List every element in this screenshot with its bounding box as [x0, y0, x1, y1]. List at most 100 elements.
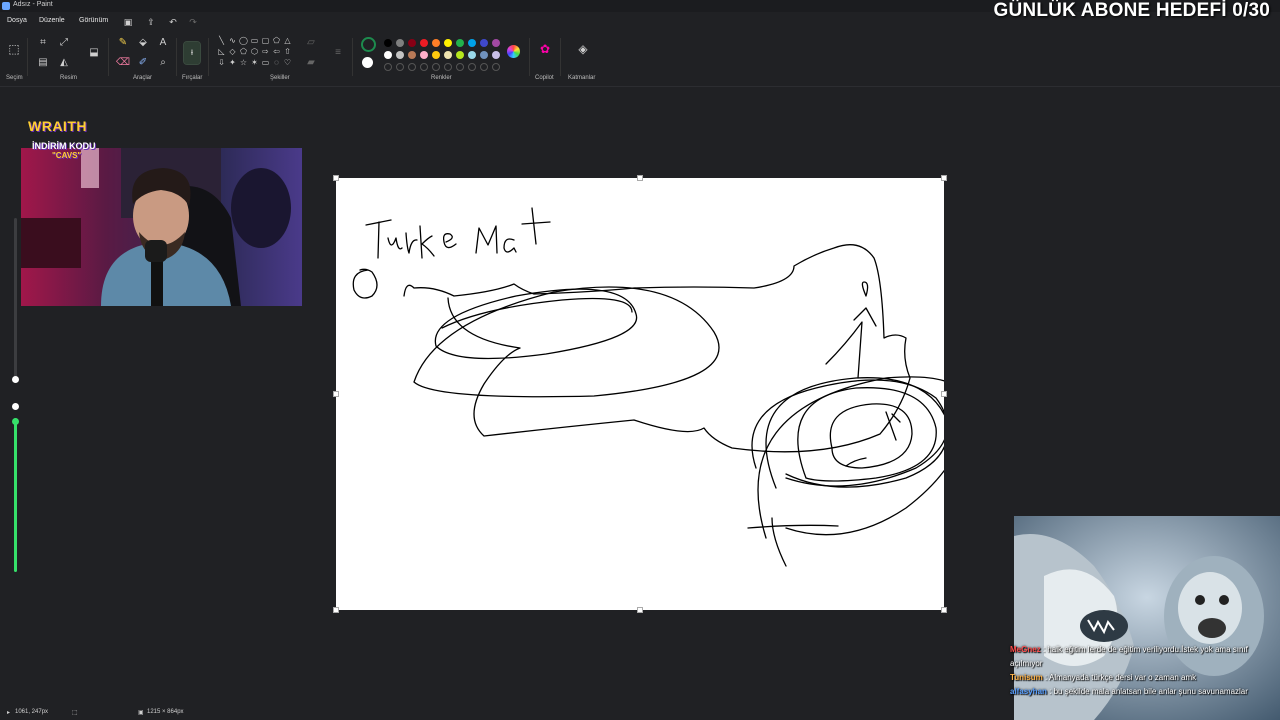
color-swatch[interactable] — [384, 39, 392, 47]
color-swatch[interactable] — [444, 51, 452, 59]
shape-fill-icon[interactable]: ▰ — [303, 56, 319, 70]
color-swatch[interactable] — [492, 51, 500, 59]
layers-icon[interactable]: ◈ — [575, 42, 591, 56]
resize-handle-top[interactable] — [637, 175, 643, 181]
brush-icon[interactable]: ᵻ — [183, 41, 201, 65]
mic-meter-knob[interactable] — [12, 376, 19, 383]
color-swatch[interactable] — [456, 39, 464, 47]
custom-color-slot[interactable] — [408, 63, 416, 71]
arrow-down-shape-icon[interactable]: ⇩ — [216, 57, 227, 68]
color-swatch[interactable] — [420, 39, 428, 47]
custom-color-slot[interactable] — [444, 63, 452, 71]
resize-icon[interactable]: ⤢ — [56, 36, 72, 50]
stroke-right-loop-5 — [757, 376, 944, 539]
color-swatch[interactable] — [468, 51, 476, 59]
menu-edit[interactable]: Düzenle — [39, 17, 65, 24]
crop-icon[interactable]: ⌗ — [35, 36, 51, 50]
callout-rect-shape-icon[interactable]: ▭ — [260, 57, 271, 68]
magnifier-icon[interactable]: ⌕ — [155, 56, 171, 70]
secondary-color-swatch[interactable] — [362, 57, 373, 68]
primary-color-swatch[interactable] — [361, 37, 376, 52]
rounded-rect-shape-icon[interactable]: ▢ — [260, 35, 271, 46]
resize-handle-top-left[interactable] — [333, 175, 339, 181]
text-tool-icon[interactable]: A — [155, 36, 171, 50]
drawing-canvas[interactable] — [333, 175, 947, 613]
callout-oval-shape-icon[interactable]: ◌ — [271, 57, 282, 68]
color-swatch[interactable] — [456, 51, 464, 59]
menu-view[interactable]: Görünüm — [79, 17, 108, 24]
color-swatch[interactable] — [384, 51, 392, 59]
color-swatch[interactable] — [432, 51, 440, 59]
color-swatch[interactable] — [396, 39, 404, 47]
diamond-shape-icon[interactable]: ◇ — [227, 46, 238, 57]
menu-file[interactable]: Dosya — [7, 17, 27, 24]
desktop-meter-knob[interactable] — [12, 418, 19, 425]
custom-color-slot[interactable] — [480, 63, 488, 71]
color-swatch[interactable] — [468, 39, 476, 47]
color-swatch[interactable] — [408, 39, 416, 47]
resize-handle-bottom-right[interactable] — [941, 607, 947, 613]
custom-color-slot[interactable] — [432, 63, 440, 71]
shapes-gallery[interactable]: ╲ ∿ ◯ ▭ ▢ ⬠ △ ◺ ◇ ⬠ ⬡ ⇨ ⇦ ⇧ ⇩ ✦ ☆ ✶ ▭ ◌ … — [216, 35, 294, 71]
undo-icon[interactable]: ↶ — [167, 16, 179, 28]
line-shape-icon[interactable]: ╲ — [216, 35, 227, 46]
edit-colors-icon[interactable] — [507, 45, 520, 58]
fill-icon[interactable]: ⬙ — [135, 36, 151, 50]
pencil-icon[interactable]: ✎ — [115, 36, 131, 50]
star5-shape-icon[interactable]: ☆ — [238, 57, 249, 68]
resize-handle-bottom[interactable] — [637, 607, 643, 613]
selection-tool-icon[interactable]: ⬚ — [6, 42, 22, 56]
pentagon-shape-icon[interactable]: ⬠ — [238, 46, 249, 57]
star6-shape-icon[interactable]: ✶ — [249, 57, 260, 68]
star4-shape-icon[interactable]: ✦ — [227, 57, 238, 68]
ribbon-toolbar: ⬚ Seçim ⌗ ⤢ ▤ ◭ ⬓ Resim ✎ ⬙ A ⌫ ✐ ⌕ Araç… — [0, 32, 1280, 87]
color-swatch[interactable] — [408, 51, 416, 59]
custom-color-slot[interactable] — [420, 63, 428, 71]
right-triangle-shape-icon[interactable]: ◺ — [216, 46, 227, 57]
custom-color-slot[interactable] — [468, 63, 476, 71]
color-swatch[interactable] — [480, 51, 488, 59]
mute-icon[interactable] — [12, 403, 19, 410]
erase-background-icon[interactable]: ▤ — [35, 56, 51, 70]
group-brushes-label: Fırçalar — [182, 75, 203, 81]
rotate-icon[interactable]: ◭ — [56, 56, 72, 70]
color-swatch[interactable] — [492, 39, 500, 47]
resize-handle-bottom-left[interactable] — [333, 607, 339, 613]
color-swatch[interactable] — [396, 51, 404, 59]
heart-shape-icon[interactable]: ♡ — [282, 57, 293, 68]
resize-handle-right[interactable] — [941, 391, 947, 397]
oval-shape-icon[interactable]: ◯ — [238, 35, 249, 46]
custom-color-slot[interactable] — [396, 63, 404, 71]
arrow-up-shape-icon[interactable]: ⇧ — [282, 46, 293, 57]
arrow-right-shape-icon[interactable]: ⇨ — [260, 46, 271, 57]
hexagon-shape-icon[interactable]: ⬡ — [249, 46, 260, 57]
arrow-left-shape-icon[interactable]: ⇦ — [271, 46, 282, 57]
polygon-shape-icon[interactable]: ⬠ — [271, 35, 282, 46]
color-swatch[interactable] — [420, 51, 428, 59]
curve-shape-icon[interactable]: ∿ — [227, 35, 238, 46]
custom-color-slot[interactable] — [456, 63, 464, 71]
shape-size-icon[interactable]: ≡ — [330, 46, 346, 60]
rectangle-shape-icon[interactable]: ▭ — [249, 35, 260, 46]
chat-username: alfasyhan — [1010, 687, 1047, 696]
color-swatch[interactable] — [480, 39, 488, 47]
resize-handle-left[interactable] — [333, 391, 339, 397]
custom-color-slot[interactable] — [492, 63, 500, 71]
color-swatch[interactable] — [444, 39, 452, 47]
chat-username: MeGnez — [1010, 645, 1041, 654]
share-icon[interactable]: ⇪ — [145, 16, 157, 28]
resize-handle-top-right[interactable] — [941, 175, 947, 181]
desktop-audio-meter — [14, 418, 17, 572]
copilot-icon[interactable]: ✿ — [537, 42, 553, 56]
triangle-shape-icon[interactable]: △ — [282, 35, 293, 46]
image-select-icon[interactable]: ⬓ — [86, 46, 102, 60]
color-swatch[interactable] — [432, 39, 440, 47]
stroke-small-circle — [352, 268, 378, 299]
save-icon[interactable]: ▣ — [122, 16, 134, 28]
eraser-icon[interactable]: ⌫ — [115, 56, 131, 70]
redo-icon[interactable]: ↷ — [187, 16, 199, 28]
color-palette[interactable] — [382, 37, 502, 73]
color-picker-icon[interactable]: ✐ — [135, 56, 151, 70]
custom-color-slot[interactable] — [384, 63, 392, 71]
shape-outline-icon[interactable]: ▱ — [303, 36, 319, 50]
